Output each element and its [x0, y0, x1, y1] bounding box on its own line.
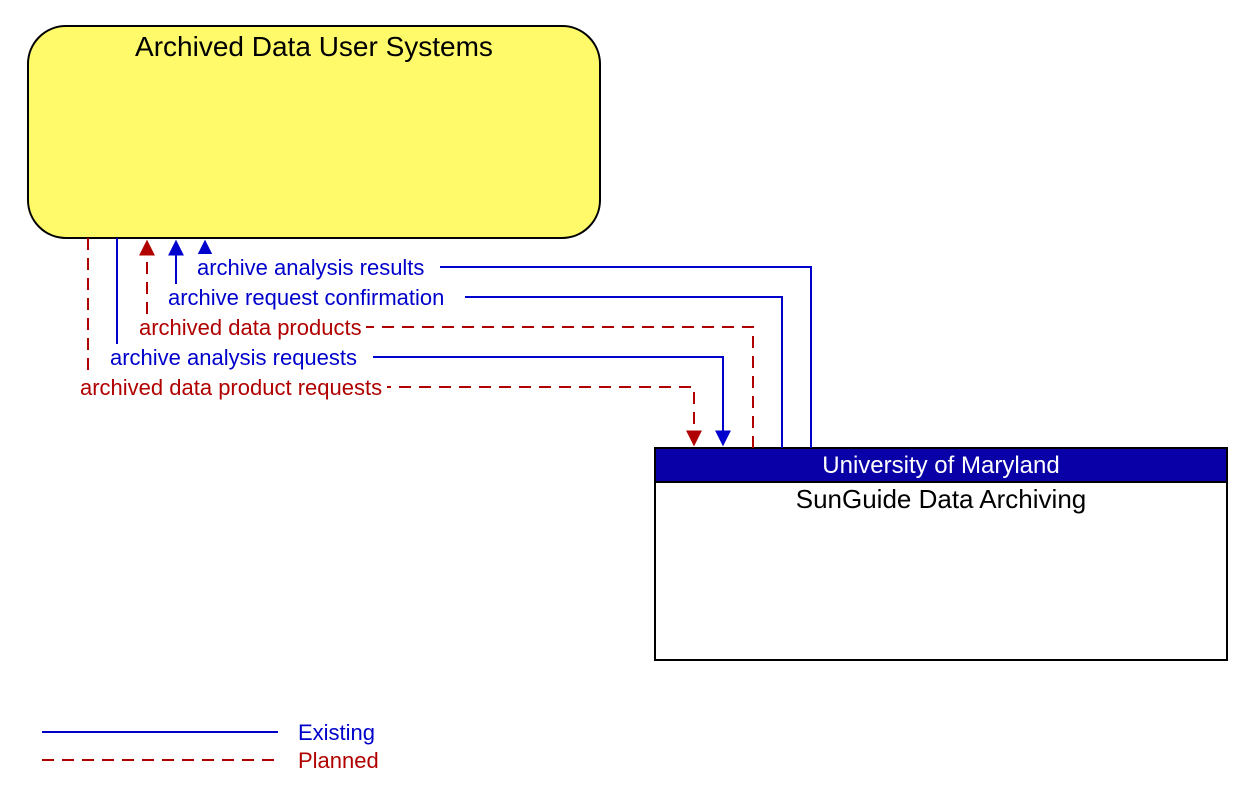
flow-label-f1: archive analysis results [197, 255, 424, 280]
flow-label-f5: archived data product requests [80, 375, 382, 400]
node-archived-data-user-systems[interactable]: Archived Data User Systems [28, 26, 600, 238]
node-target-header: University of Maryland [822, 452, 1059, 479]
legend-planned-label: Planned [298, 748, 379, 773]
flow-label-f4: archive analysis requests [110, 345, 357, 370]
flow-label-f3: archived data products [139, 315, 362, 340]
flow-label-f2: archive request confirmation [168, 285, 444, 310]
node-target-title: SunGuide Data Archiving [796, 484, 1087, 514]
node-sunguide-data-archiving[interactable]: University of Maryland SunGuide Data Arc… [655, 448, 1227, 660]
legend: Existing Planned [42, 720, 379, 773]
architecture-diagram: Archived Data User Systems University of… [0, 0, 1252, 806]
node-source-title: Archived Data User Systems [135, 31, 493, 62]
legend-existing-label: Existing [298, 720, 375, 745]
